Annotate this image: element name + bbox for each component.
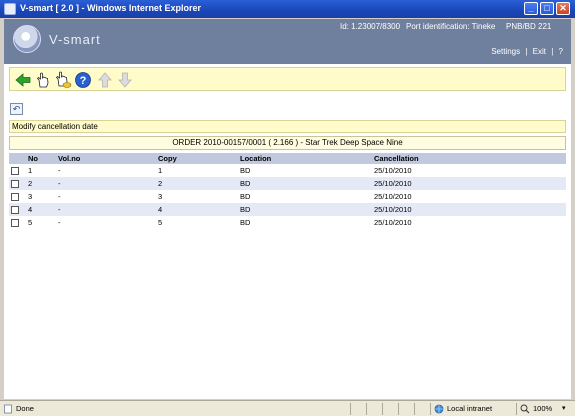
cell-volno: -: [58, 218, 61, 227]
cell-no: 4: [26, 203, 56, 216]
row-checkbox[interactable]: [11, 167, 19, 175]
table-row[interactable]: 4 - 4 BD 25/10/2010: [9, 203, 566, 216]
help-link[interactable]: ?: [559, 47, 563, 56]
zoom-control[interactable]: 100% ▾: [516, 403, 573, 415]
cell-no: 2: [26, 177, 56, 190]
cell-no: 1: [28, 166, 33, 175]
cell-copy: 4: [156, 203, 238, 216]
workstation-number: 221: [538, 22, 552, 31]
page-content: V-smart Id: 1.23007/8300 Port identifica…: [4, 19, 571, 399]
status-segment: [350, 403, 366, 415]
row-checkbox[interactable]: [11, 180, 19, 188]
cell-cancellation: 25/10/2010: [374, 218, 412, 227]
cell-location: BD: [238, 177, 372, 190]
window-titlebar: V-smart [ 2.0 ] - Windows Internet Explo…: [0, 0, 575, 18]
zoom-dropdown-icon[interactable]: ▾: [562, 404, 566, 412]
v-smart-logo-icon: [13, 25, 41, 53]
cell-volno: -: [56, 203, 156, 216]
cell-copy: 3: [158, 192, 163, 201]
zoom-level: 100%: [533, 404, 553, 413]
column-header-cancellation: Cancellation: [372, 153, 566, 164]
zoom-icon: [520, 404, 530, 414]
order-heading: ORDER 2010-00157/0001 ( 2.166 ) - Star T…: [9, 136, 566, 150]
cell-cancellation: 25/10/2010: [372, 177, 566, 190]
app-banner: V-smart Id: 1.23007/8300 Port identifica…: [4, 19, 571, 64]
copies-table: No Vol.no Copy Location Cancellation 1 -…: [9, 153, 566, 229]
status-segment: [398, 403, 414, 415]
cell-no: 5: [28, 218, 33, 227]
session-id: Id: 1.23007/8300: [340, 22, 401, 31]
hand-select-all-icon[interactable]: [54, 71, 72, 89]
down-arrow-icon[interactable]: [116, 71, 134, 89]
exit-link[interactable]: Exit: [533, 47, 546, 56]
cell-no: 3: [28, 192, 33, 201]
row-checkbox[interactable]: [11, 206, 19, 214]
toolbar: ?: [9, 67, 566, 91]
status-text: Done: [16, 404, 34, 413]
column-header-location: Location: [238, 153, 372, 164]
cell-volno: -: [58, 192, 61, 201]
help-icon[interactable]: ?: [74, 71, 92, 89]
cell-location: BD: [238, 203, 372, 216]
status-segment: [366, 403, 382, 415]
settings-link[interactable]: Settings: [491, 47, 520, 56]
row-checkbox[interactable]: [11, 219, 19, 227]
cell-cancellation: 25/10/2010: [374, 166, 412, 175]
zone-text: Local intranet: [447, 404, 493, 413]
maximize-button[interactable]: □: [540, 2, 554, 15]
status-bar: Done Local intranet 100% ▾: [0, 400, 575, 416]
link-separator: |: [525, 47, 528, 56]
minimize-button[interactable]: _: [524, 2, 538, 15]
cell-copy: 1: [158, 166, 163, 175]
table-header-row: No Vol.no Copy Location Cancellation: [9, 153, 566, 164]
hand-select-icon[interactable]: [34, 71, 52, 89]
status-segment: [414, 403, 430, 415]
banner-links: Settings | Exit | ?: [491, 47, 563, 56]
column-header-volno: Vol.no: [56, 153, 156, 164]
svg-text:?: ?: [80, 75, 87, 87]
cell-copy: 5: [158, 218, 163, 227]
column-header-no: No: [26, 153, 56, 164]
globe-icon: [434, 404, 444, 414]
undo-button[interactable]: ↶: [10, 103, 23, 115]
cell-volno: -: [56, 177, 156, 190]
cell-copy: 2: [156, 177, 238, 190]
zone-segment: Local intranet: [430, 403, 516, 415]
status-segment: [382, 403, 398, 415]
back-arrow-icon[interactable]: [14, 71, 32, 89]
table-row[interactable]: 3 - 3 BD 25/10/2010: [9, 190, 566, 203]
cell-cancellation: 25/10/2010: [374, 192, 412, 201]
port-identification: Port identification: Tineke: [406, 22, 496, 31]
table-row[interactable]: 5 - 5 BD 25/10/2010: [9, 216, 566, 229]
cell-location: BD: [240, 218, 251, 227]
branch-code: PNB/BD: [506, 22, 536, 31]
section-title: Modify cancellation date: [9, 120, 566, 133]
cell-location: BD: [240, 166, 251, 175]
page-icon: [4, 404, 12, 414]
logo-text: V-smart: [49, 32, 101, 47]
column-header-copy: Copy: [156, 153, 238, 164]
link-separator: |: [551, 47, 554, 56]
cell-volno: -: [58, 166, 61, 175]
window-title: V-smart [ 2.0 ] - Windows Internet Explo…: [20, 3, 201, 13]
up-arrow-icon[interactable]: [96, 71, 114, 89]
close-button[interactable]: ✕: [556, 2, 570, 15]
row-checkbox[interactable]: [11, 193, 19, 201]
cell-location: BD: [240, 192, 251, 201]
ie-icon: [4, 3, 16, 15]
table-row[interactable]: 1 - 1 BD 25/10/2010: [9, 164, 566, 177]
table-row[interactable]: 2 - 2 BD 25/10/2010: [9, 177, 566, 190]
select-column-header: [9, 153, 26, 164]
cell-cancellation: 25/10/2010: [372, 203, 566, 216]
